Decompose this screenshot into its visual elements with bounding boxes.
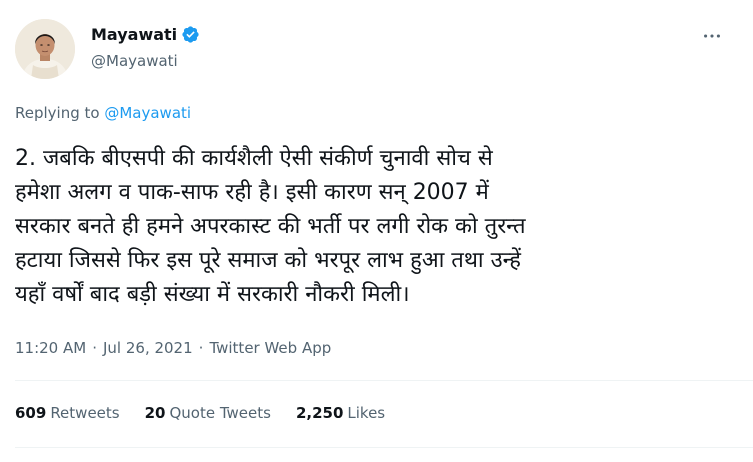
likes-stat[interactable]: 2,250 Likes (296, 404, 385, 422)
retweets-stat[interactable]: 609 Retweets (15, 404, 120, 422)
tweet-text-line: 2. जबकि बीएसपी की कार्यशैली ऐसी संकीर्ण … (15, 146, 493, 171)
divider (15, 380, 753, 381)
meta-separator: · (92, 339, 97, 357)
replying-to-mention[interactable]: @Mayawati (104, 104, 191, 122)
profile-photo-icon (15, 19, 75, 79)
divider (15, 447, 753, 448)
tweet-text-line: हटाया जिससे फिर इस पूरे समाज को भरपूर ला… (15, 248, 521, 273)
tweet-source[interactable]: Twitter Web App (209, 339, 331, 357)
avatar[interactable] (15, 19, 75, 79)
tweet-stats: 609 Retweets 20 Quote Tweets 2,250 Likes (15, 404, 410, 422)
tweet-time[interactable]: 11:20 AM (15, 339, 86, 357)
tweet-text-line: यहाँ वर्षों बाद बड़ी संख्या में सरकारी न… (15, 282, 410, 307)
tweet-text-line: सरकार बनते ही हमने अपरकास्ट की भर्ती पर … (15, 214, 526, 239)
retweets-label: Retweets (50, 404, 120, 422)
retweets-count: 609 (15, 404, 47, 422)
replying-to: Replying to @Mayawati (15, 104, 191, 122)
meta-separator: · (198, 339, 204, 357)
likes-label: Likes (347, 404, 386, 422)
tweet-text-line: हमेशा अलग व पाक-साफ रही है। इसी कारण सन्… (15, 180, 489, 205)
likes-count: 2,250 (295, 404, 344, 422)
quote-tweets-count: 20 (144, 404, 166, 422)
more-options-icon[interactable] (701, 25, 723, 47)
author-name[interactable]: Mayawati (91, 25, 177, 44)
author-name-row[interactable]: Mayawati (91, 25, 200, 44)
tweet-date[interactable]: Jul 26, 2021 (103, 339, 193, 357)
author-handle[interactable]: @Mayawati (91, 52, 178, 70)
tweet-text: 2. जबकि बीएसपी की कार्यशैली ऐसी संकीर्ण … (15, 142, 615, 312)
verified-badge-icon (182, 26, 199, 43)
replying-to-label: Replying to (15, 104, 100, 122)
quote-tweets-stat[interactable]: 20 Quote Tweets (145, 404, 271, 422)
quote-tweets-label: Quote Tweets (169, 404, 271, 422)
tweet-meta: 11:20 AM · Jul 26, 2021 · Twitter Web App (15, 339, 331, 357)
tweet: Mayawati @Mayawati Replying to @Mayawati… (0, 0, 753, 462)
